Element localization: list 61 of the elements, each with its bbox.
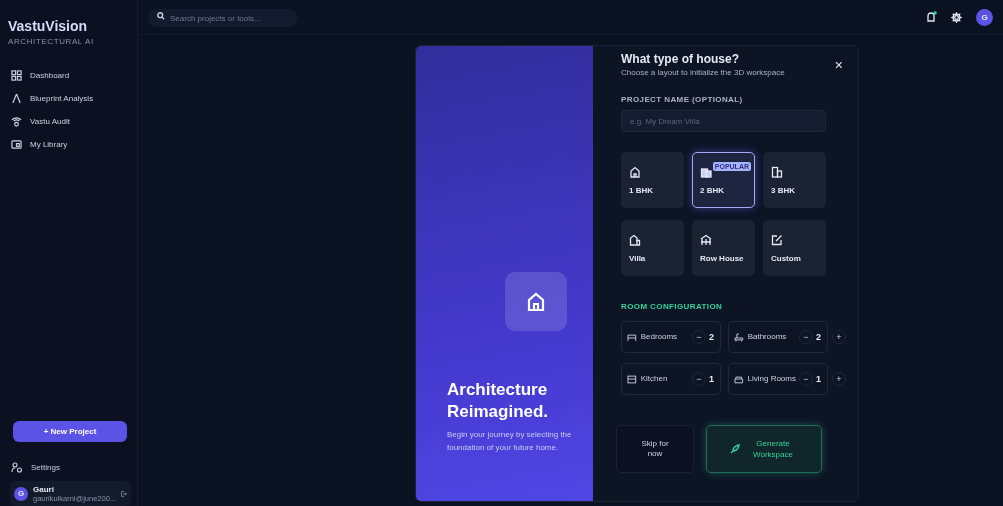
search-field[interactable]: Search projects or tools...	[148, 9, 298, 28]
fence-icon	[700, 233, 712, 246]
room-count: 1	[709, 374, 714, 384]
grid-icon	[11, 70, 22, 81]
house-type-card[interactable]: 3 BHK	[763, 152, 826, 208]
house-type-card[interactable]: Row House	[692, 220, 755, 276]
project-name-field[interactable]: e.g. My Dream Villa	[621, 110, 826, 132]
sidebar-item[interactable]: Blueprint Analysis	[8, 89, 131, 108]
new-project-button[interactable]: + New Project	[13, 421, 127, 442]
folder-icon	[11, 139, 22, 150]
decrement-button[interactable]: −	[691, 372, 706, 386]
house-type-card[interactable]: 1 BHK	[621, 152, 684, 208]
settings-item[interactable]: Settings	[8, 458, 131, 477]
section-label: ROOM CONFIGURATION	[621, 302, 724, 311]
user-avatar[interactable]: G	[976, 8, 993, 26]
search-icon	[157, 11, 165, 20]
sofa-icon	[734, 374, 744, 384]
room-count: 2	[709, 332, 714, 342]
settings-icon[interactable]	[951, 11, 962, 23]
lamp-icon	[11, 116, 22, 127]
hero-title: Architecture Reimagined.	[447, 379, 550, 424]
sidebar-item[interactable]: Dashboard	[8, 66, 131, 85]
sidebar-item[interactable]: My Library	[8, 135, 131, 154]
dialog-title: What type of house?	[621, 52, 740, 66]
room-count: 2	[816, 332, 821, 342]
room-label: Bedrooms	[640, 332, 679, 342]
decrement-button[interactable]: −	[691, 330, 706, 344]
edit-icon	[771, 233, 783, 246]
house-type-card[interactable]: Custom	[763, 220, 826, 276]
house-icon	[505, 272, 567, 331]
building-icon	[771, 165, 783, 178]
compass-icon	[11, 93, 22, 104]
dialog-subtitle: Choose a layout to initialize the 3D workspace	[621, 68, 785, 77]
hero-text: Begin your journey by selecting the foundation of your future home.	[447, 429, 573, 454]
logout-icon[interactable]	[121, 488, 127, 499]
sidebar-item[interactable]: Vastu Audit	[8, 112, 131, 131]
skip-button[interactable]: Skip for now	[616, 425, 694, 473]
room-label: Living Rooms	[747, 374, 796, 384]
house-type-card[interactable]: Villa	[621, 220, 684, 276]
room-label: Bathrooms	[747, 332, 788, 342]
oven-icon	[627, 374, 637, 384]
field-label: PROJECT NAME (OPTIONAL)	[621, 95, 744, 104]
decrement-button[interactable]: −	[799, 372, 813, 386]
user-avatar: G	[14, 486, 28, 501]
brand-name: VastuVision	[8, 18, 89, 34]
settings-icon	[11, 462, 23, 473]
house-icon	[629, 233, 641, 246]
room-count: 1	[816, 374, 821, 384]
building-icon	[700, 165, 712, 178]
brand-tagline: ARCHITECTURAL AI	[8, 37, 95, 46]
generate-button[interactable]: Generate Workspace	[706, 425, 822, 473]
notification-icon[interactable]	[926, 11, 937, 23]
decrement-button[interactable]: −	[798, 330, 813, 344]
house-icon	[629, 165, 641, 178]
close-button[interactable]: ×	[834, 58, 843, 72]
room-label: Kitchen	[640, 374, 669, 384]
bed-icon	[627, 332, 637, 342]
user-name: Gauri	[33, 484, 55, 494]
bathtub-icon	[734, 332, 744, 342]
increment-button[interactable]: +	[832, 372, 846, 386]
increment-button[interactable]: +	[832, 330, 846, 344]
